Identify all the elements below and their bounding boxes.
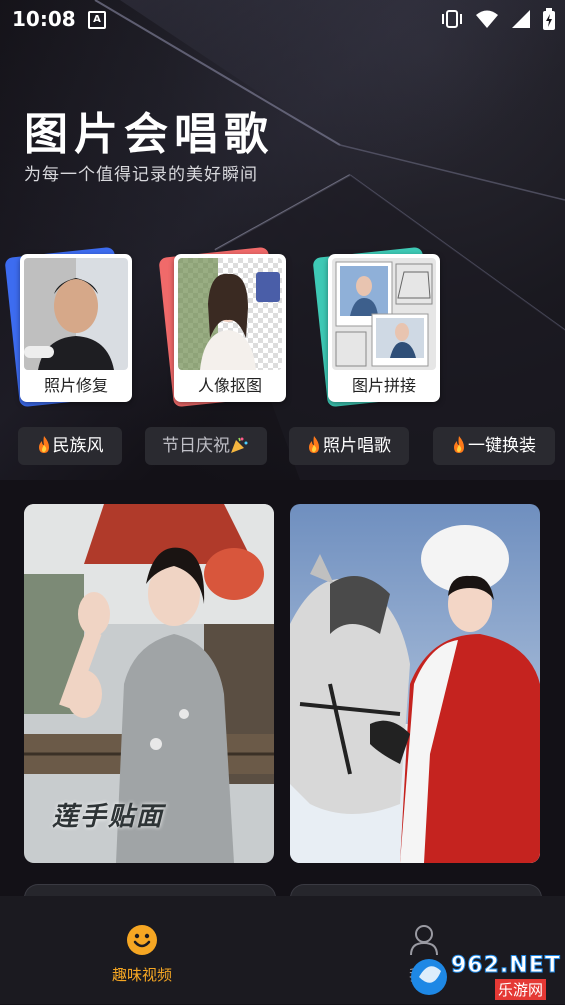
page-title: 图片会唱歌 (24, 109, 274, 160)
image-stitch-thumbnail (332, 258, 436, 370)
feature-label: 照片修复 (43, 376, 108, 395)
chip-ethnic-style[interactable]: 民族风 (18, 427, 122, 465)
fire-icon (454, 436, 464, 453)
watermark-sub: 乐游网 (495, 979, 547, 1000)
feature-card: 照片修复 (20, 254, 132, 402)
page-subtitle: 为每一个值得记录的美好瞬间 (24, 165, 258, 185)
watermark-brand: 962.NET (451, 953, 561, 979)
header-background (0, 0, 565, 480)
feature-card: 人像抠图 (174, 254, 286, 402)
photo-repair-thumbnail (24, 258, 128, 370)
decorative-prism-shapes (94, 0, 565, 480)
feature-card: 图片拼接 (328, 254, 440, 402)
signal-icon (512, 10, 530, 28)
chip-photo-singing[interactable]: 照片唱歌 (289, 427, 409, 465)
chip-outfit-change[interactable]: 一键换装 (433, 427, 555, 465)
chip-label: 一键换装 (468, 436, 536, 456)
feature-label: 人像抠图 (197, 376, 262, 395)
tab-fun-video[interactable]: 趣味视频 (82, 924, 202, 985)
chip-label: 民族风 (52, 436, 104, 456)
status-time: 10:08 (12, 7, 76, 31)
smiley-icon (127, 925, 157, 955)
feature-photo-repair[interactable]: 照片修复 (4, 246, 147, 408)
video-card-horse[interactable] (290, 504, 540, 863)
fire-icon (38, 436, 49, 453)
status-bar: 10:08 A (0, 0, 565, 38)
category-chips: 民族风 节日庆祝 照片唱歌 一键换装 (18, 427, 565, 467)
video-card-qipao[interactable]: 莲手贴面 (24, 504, 274, 863)
chip-label: 节日庆祝 (162, 436, 230, 456)
portrait-cutout-thumbnail (178, 258, 282, 370)
video-overlay-text: 莲手贴面 (52, 802, 165, 832)
fire-icon (309, 436, 319, 453)
party-icon (231, 437, 248, 453)
video-thumbnail (290, 504, 540, 863)
feature-label: 图片拼接 (351, 376, 416, 395)
feature-portrait-cutout[interactable]: 人像抠图 (158, 246, 301, 408)
tab-label: 趣味视频 (111, 966, 172, 984)
notification-icon: A (88, 11, 106, 29)
feature-image-stitch[interactable]: 图片拼接 (312, 246, 455, 408)
site-watermark: 962.NET 乐游网 (407, 951, 560, 1001)
chip-label: 照片唱歌 (323, 436, 391, 456)
vibrate-icon (442, 10, 462, 28)
wifi-icon (476, 10, 498, 28)
battery-icon (543, 8, 555, 30)
chip-festival[interactable]: 节日庆祝 (145, 427, 267, 465)
